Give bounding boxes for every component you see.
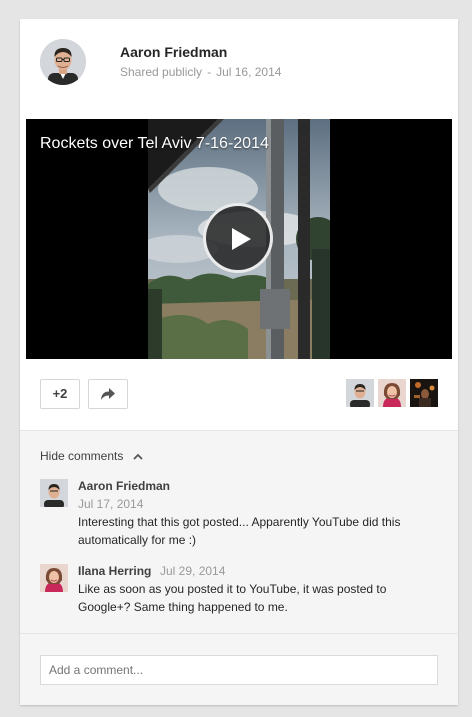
plusoner-avatar[interactable]	[410, 379, 438, 407]
post-header: Aaron Friedman Shared publicly - Jul 16, 2…	[40, 39, 440, 87]
comment-author-avatar[interactable]	[40, 479, 68, 507]
comment-item: Ilana Herring Jul 29, 2014 Like as soon …	[40, 564, 440, 624]
share-button[interactable]	[88, 379, 128, 409]
hide-comments-label: Hide comments	[40, 449, 124, 463]
post-meta: Shared publicly - Jul 16, 2014	[120, 65, 281, 79]
comments-section: Hide comments Aaron Friedman Jul 17, 201…	[20, 430, 458, 705]
meta-separator: -	[207, 65, 212, 79]
add-comment-input[interactable]	[40, 655, 438, 685]
plusoner-avatar[interactable]	[346, 379, 374, 407]
post-actions: +2	[40, 379, 438, 409]
play-icon	[232, 228, 251, 250]
comment-text: Interesting that this got posted... Appa…	[78, 515, 401, 547]
author-avatar[interactable]	[40, 39, 86, 85]
comment-item: Aaron Friedman Jul 17, 2014 Interesting …	[40, 479, 440, 549]
comment-author-name[interactable]: Aaron Friedman	[78, 479, 170, 493]
hide-comments-toggle[interactable]: Hide comments	[40, 449, 143, 463]
chevron-up-icon	[133, 454, 143, 460]
plusoner-avatar[interactable]	[378, 379, 406, 407]
play-button[interactable]	[203, 203, 273, 273]
plus-one-button[interactable]: +2	[40, 379, 80, 409]
share-arrow-icon	[101, 388, 115, 400]
comment-author-name[interactable]: Ilana Herring	[78, 564, 151, 578]
post-card: Aaron Friedman Shared publicly - Jul 16, 2…	[20, 19, 458, 705]
comment-date[interactable]: Jul 29, 2014	[160, 564, 225, 578]
comment-author-avatar[interactable]	[40, 564, 68, 592]
video-title[interactable]: Rockets over Tel Aviv 7-16-2014	[40, 135, 269, 153]
plus-one-people	[346, 379, 438, 407]
post-author-name[interactable]: Aaron Friedman	[120, 44, 227, 60]
comments-divider	[20, 633, 458, 634]
post-date[interactable]: Jul 16, 2014	[216, 65, 281, 79]
video-player[interactable]: Rockets over Tel Aviv 7-16-2014	[26, 119, 452, 359]
comment-text: Like as soon as you posted it to YouTube…	[78, 582, 387, 614]
visibility-label[interactable]: Shared publicly	[120, 65, 202, 79]
comment-date[interactable]: Jul 17, 2014	[78, 497, 143, 511]
